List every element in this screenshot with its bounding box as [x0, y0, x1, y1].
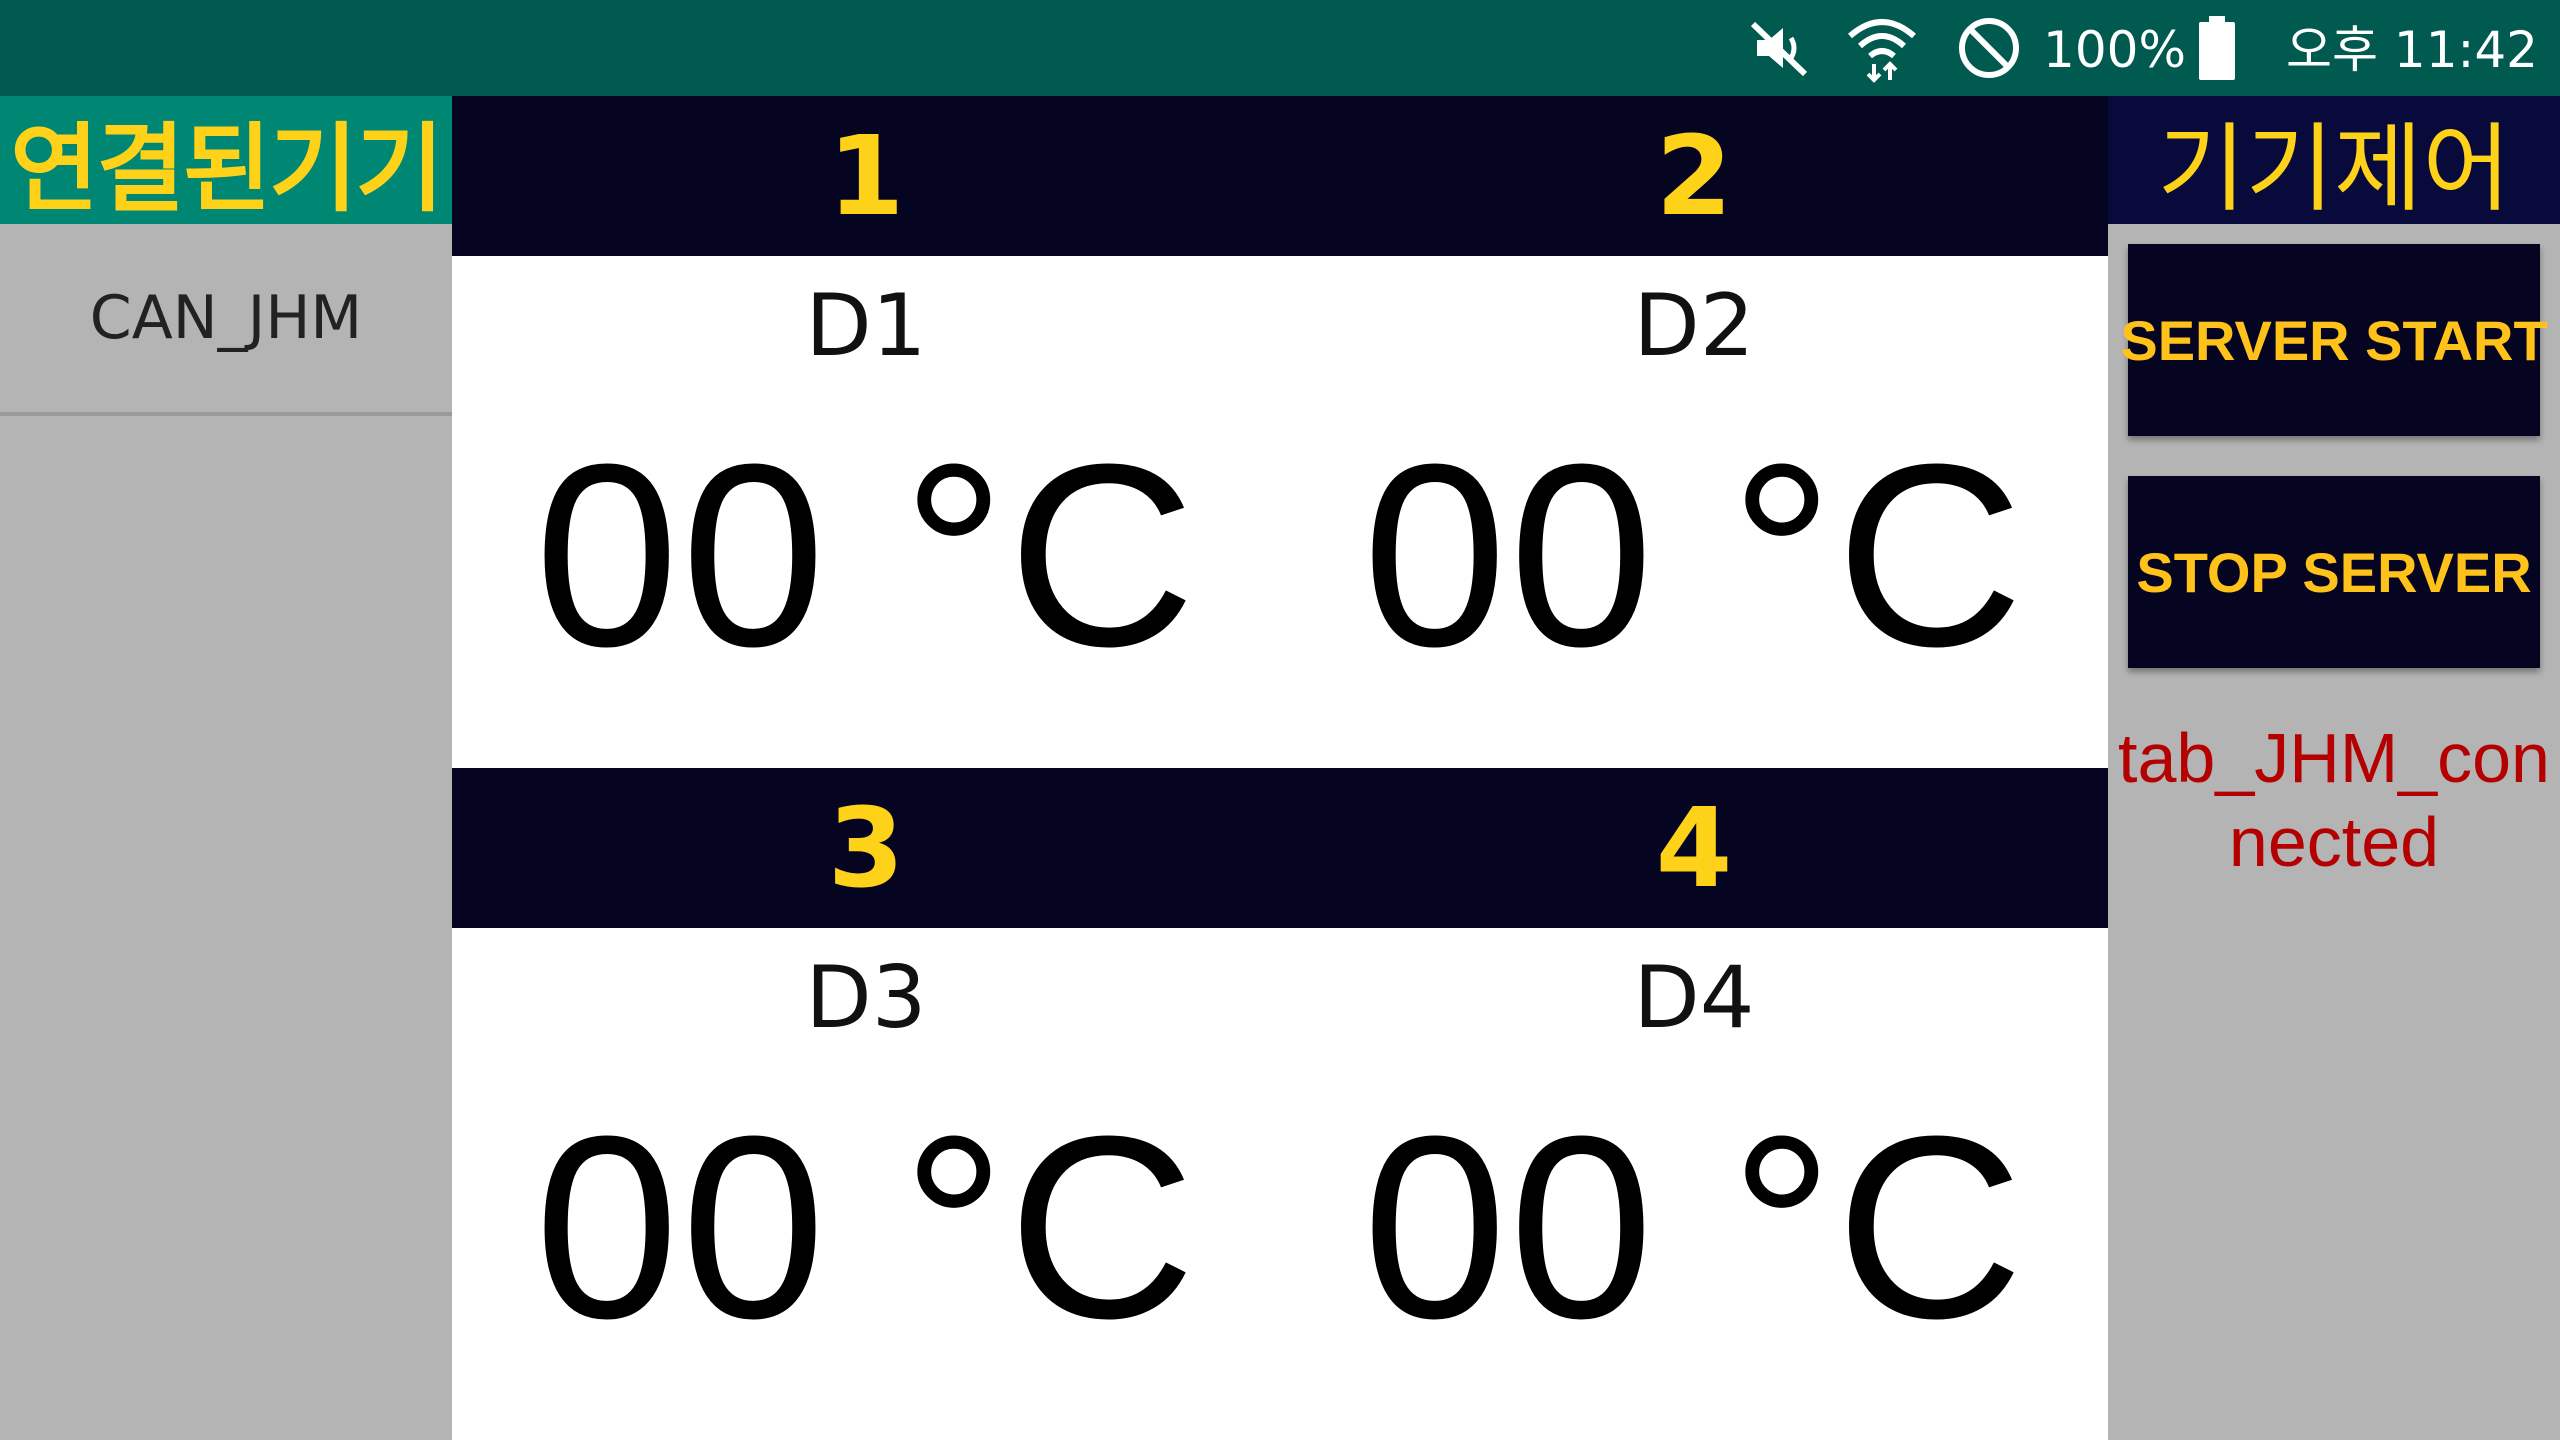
sensor-number: 3: [452, 768, 1280, 928]
server-start-button[interactable]: SERVER START: [2120, 244, 2548, 436]
sensor-grid: 1 D1 00 °C 2 D2 00 °C 3 D3 00 °C 4 D4 00…: [452, 96, 2108, 1440]
wifi-icon: [1837, 0, 1927, 96]
temperature-readout: 00 °C: [534, 1083, 1198, 1373]
device-control-title: 기기제어: [2108, 96, 2560, 225]
sensor-body: D1 00 °C: [452, 256, 1280, 768]
sensor-label: D1: [805, 276, 927, 376]
stop-server-button[interactable]: STOP SERVER: [2128, 476, 2540, 668]
sensor-body: D4 00 °C: [1280, 928, 2108, 1440]
sensor-label: D2: [1633, 276, 1755, 376]
connection-status-text: tab_JHM_connected: [2118, 719, 2550, 881]
do-not-disturb-icon: [1949, 0, 2029, 96]
mute-icon: [1739, 0, 1819, 96]
battery-icon: [2192, 0, 2242, 96]
status-bar: 100% 오후 11:42: [0, 0, 2560, 96]
sensor-label: D4: [1633, 948, 1755, 1048]
temperature-readout: 00 °C: [1362, 1083, 2026, 1373]
sensor-body: D2 00 °C: [1280, 256, 2108, 768]
battery-percent: 100%: [2043, 21, 2186, 79]
connected-devices-title: 연결된기기: [0, 96, 452, 225]
sensor-number: 1: [452, 96, 1280, 256]
sensor-number: 2: [1280, 96, 2108, 256]
clock: 오후 11:42: [2286, 21, 2538, 79]
temperature-readout: 00 °C: [1362, 411, 2026, 701]
sensor-label: D3: [805, 948, 927, 1048]
sensor-body: D3 00 °C: [452, 928, 1280, 1440]
device-list-item[interactable]: CAN_JHM: [0, 224, 452, 416]
connected-devices-panel: 연결된기기 CAN_JHM: [0, 96, 452, 1440]
app-screen: 100% 오후 11:42 연결된기기 CAN_JHM 1 D1 00 °C 2…: [0, 0, 2560, 1440]
temperature-readout: 00 °C: [534, 411, 1198, 701]
sensor-number: 4: [1280, 768, 2108, 928]
device-control-panel: 기기제어 SERVER START STOP SERVER tab_JHM_co…: [2108, 96, 2560, 1440]
